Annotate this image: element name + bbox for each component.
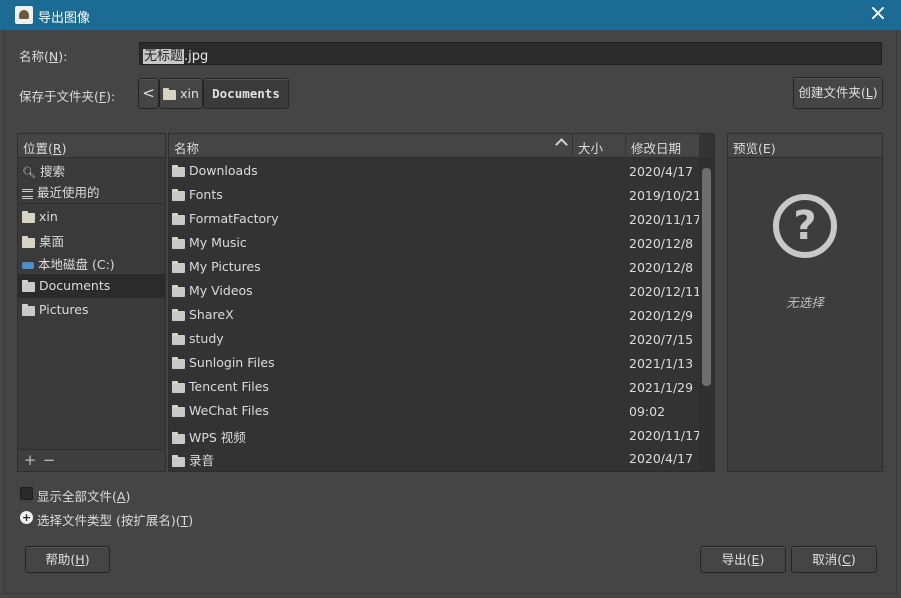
folder-icon (172, 404, 185, 417)
places-footer: + − (18, 449, 165, 471)
show-all-files-label[interactable]: 显示全部文件(A) (37, 486, 130, 505)
column-header-size[interactable]: 大小 (573, 134, 626, 158)
create-folder-button[interactable]: 创建文件夹(L) (793, 77, 883, 109)
folder-icon (22, 279, 35, 292)
file-row[interactable]: My Music 2020/12/8 (169, 231, 699, 255)
save-in-folder-label: 保存于文件夹(F): (19, 89, 116, 104)
places-header: 位置(R) (18, 134, 165, 158)
name-label: 名称(N): (19, 49, 68, 64)
folder-icon (172, 284, 185, 297)
file-list: 名称 大小 修改日期 Downloads 2020/4/17 Fonts 2019/… (168, 133, 715, 472)
folder-icon (22, 303, 35, 316)
question-mark-icon: ? (773, 194, 837, 258)
preview-panel: 预览(E) ? 无选择 (727, 133, 883, 472)
drive-icon (22, 262, 34, 269)
preview-header: 预览(E) (728, 134, 882, 158)
places-panel: 位置(R) 🔍︎ 搜索 最近使用的 xin 桌面 本地磁盘 (C:) Docume… (17, 133, 166, 472)
filename-input[interactable]: 无标题.jpg (139, 42, 882, 65)
close-icon[interactable]: × (866, 3, 890, 27)
place-item-recent[interactable]: 最近使用的 (18, 179, 165, 202)
filename-extension: .jpg (184, 49, 209, 64)
folder-icon (172, 332, 185, 345)
file-row[interactable]: Fonts 2019/10/21 (169, 183, 701, 207)
add-bookmark-icon[interactable]: + (21, 452, 39, 470)
folder-icon (172, 164, 185, 177)
file-row[interactable]: ShareX 2020/12/9 (169, 303, 699, 327)
folder-icon (172, 356, 185, 369)
show-all-files-checkbox[interactable] (20, 487, 33, 500)
file-row[interactable]: study 2020/7/15 (169, 327, 699, 351)
filename-selected-text: 无标题 (143, 49, 185, 64)
gimp-app-icon (15, 6, 33, 24)
folder-icon (172, 188, 185, 201)
folder-icon (172, 236, 185, 249)
path-back-button[interactable]: < (138, 78, 159, 109)
place-item-xin[interactable]: xin (18, 206, 165, 229)
search-icon: 🔍︎ (22, 166, 36, 179)
help-button[interactable]: 帮助(H) (25, 546, 110, 573)
no-selection-text: 无选择 (786, 295, 824, 310)
file-row[interactable]: Downloads 2020/4/17 (169, 159, 699, 183)
folder-icon (163, 87, 177, 100)
places-separator (18, 203, 165, 204)
folder-icon (22, 235, 35, 248)
folder-icon (172, 454, 185, 467)
file-row[interactable]: WPS 视频 2020/11/17 (169, 423, 701, 447)
folder-icon (172, 212, 185, 225)
file-list-scrollbar[interactable] (699, 158, 714, 471)
recent-icon (22, 188, 33, 199)
file-row[interactable]: Tencent Files 2021/1/29 (169, 375, 699, 399)
window-title: 导出图像 (38, 11, 91, 26)
file-row[interactable]: My Pictures 2020/12/8 (169, 255, 699, 279)
place-item-local-disk[interactable]: 本地磁盘 (C:) (18, 251, 165, 274)
file-row[interactable]: FormatFactory 2020/11/17 (169, 207, 701, 231)
folder-icon (172, 308, 185, 321)
sort-ascending-icon (555, 138, 568, 151)
column-header-name[interactable]: 名称 (169, 134, 573, 158)
place-item-search[interactable]: 🔍︎ 搜索 (18, 158, 165, 181)
folder-icon (172, 380, 185, 393)
file-row[interactable]: My Videos 2020/12/11 (169, 279, 701, 303)
place-item-documents[interactable]: Documents (18, 275, 165, 298)
column-header-modified[interactable]: 修改日期 (626, 134, 699, 158)
path-crumb-xin[interactable]: xin (159, 78, 203, 109)
folder-icon (22, 210, 35, 223)
file-list-header: 名称 大小 修改日期 (169, 134, 699, 158)
file-row[interactable]: WeChat Files 09:02 (169, 399, 699, 423)
scrollbar-thumb[interactable] (702, 168, 711, 386)
cancel-button[interactable]: 取消(C) (791, 546, 877, 573)
path-crumb-documents[interactable]: Documents (203, 78, 289, 109)
remove-bookmark-icon[interactable]: − (40, 452, 58, 470)
folder-icon (172, 260, 185, 273)
place-item-desktop[interactable]: 桌面 (18, 228, 165, 251)
file-row[interactable]: 录音 2020/4/17 (169, 446, 699, 470)
folder-icon (172, 431, 185, 444)
select-file-type-label[interactable]: 选择文件类型 (按扩展名)(T) (37, 510, 193, 529)
file-type-expander-icon[interactable]: + (20, 511, 33, 524)
file-row[interactable]: Sunlogin Files 2021/1/13 (169, 351, 699, 375)
title-bar: 导出图像 × (0, 0, 901, 30)
place-item-pictures[interactable]: Pictures (18, 299, 165, 322)
export-button[interactable]: 导出(E) (700, 546, 786, 573)
